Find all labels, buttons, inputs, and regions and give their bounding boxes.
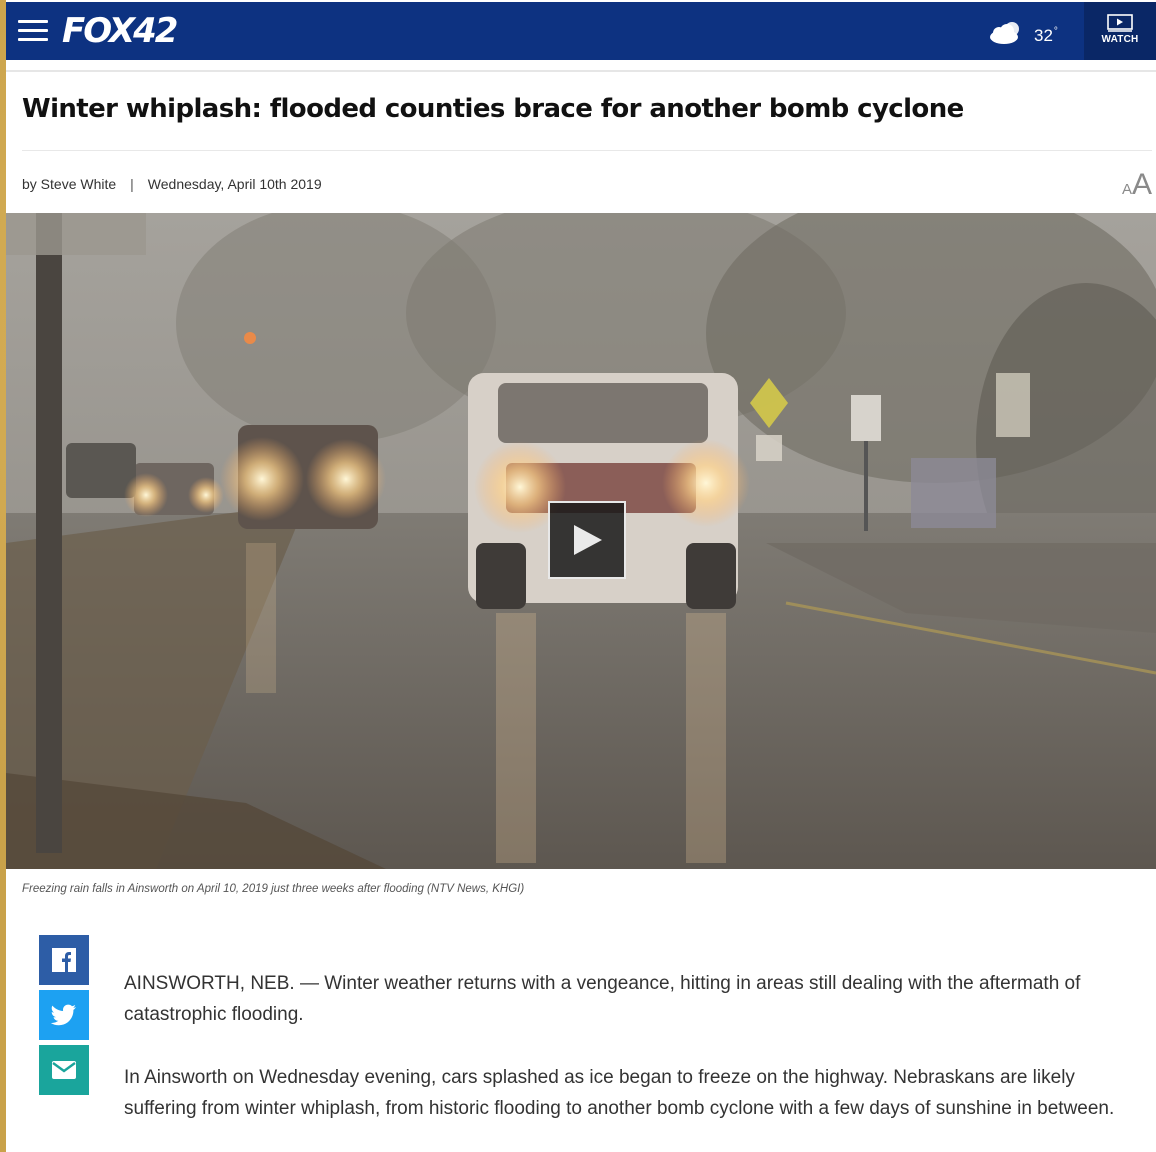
weather-widget[interactable]: 32° bbox=[986, 18, 1058, 48]
watch-label: WATCH bbox=[1101, 34, 1139, 45]
text-size-small: A bbox=[1121, 181, 1132, 198]
video-play-button[interactable] bbox=[548, 501, 626, 579]
author: by Steve White bbox=[22, 176, 117, 192]
play-screen-icon bbox=[1107, 14, 1133, 32]
email-icon bbox=[52, 1061, 76, 1079]
play-icon bbox=[574, 525, 602, 555]
byline: by Steve White | Wednesday, April 10th 201… bbox=[22, 176, 322, 192]
photo-caption: Freezing rain falls in Ainsworth on Apri… bbox=[22, 883, 525, 895]
hamburger-menu-icon[interactable] bbox=[18, 20, 48, 42]
twitter-share-button[interactable] bbox=[39, 990, 89, 1040]
article-headline: Winter whiplash: flooded counties brace … bbox=[22, 94, 964, 124]
article-body: AINSWORTH, NEB. — Winter weather returns… bbox=[124, 968, 1136, 1152]
partly-cloudy-icon bbox=[990, 22, 1019, 44]
share-buttons bbox=[39, 935, 89, 1100]
twitter-icon bbox=[51, 1004, 76, 1026]
temperature: 32° bbox=[1034, 26, 1058, 45]
paragraph: In Ainsworth on Wednesday evening, cars … bbox=[124, 1067, 1115, 1119]
header-divider bbox=[6, 70, 1156, 72]
top-navigation-bar: FOX42 32° WATCH bbox=[6, 2, 1156, 60]
text-size-button[interactable]: AA bbox=[1122, 168, 1152, 202]
byline-divider: | bbox=[130, 176, 134, 192]
watch-button[interactable]: WATCH bbox=[1084, 2, 1156, 60]
article-page: FOX42 32° WATCH Winter whiplash: flooded… bbox=[6, 0, 1156, 1152]
paragraph: AINSWORTH, NEB. — Winter weather returns… bbox=[124, 973, 1081, 1025]
facebook-icon bbox=[52, 948, 76, 972]
facebook-share-button[interactable] bbox=[39, 935, 89, 985]
article-video-thumbnail[interactable] bbox=[6, 213, 1156, 869]
headline-divider bbox=[22, 150, 1152, 151]
publish-date: Wednesday, April 10th 2019 bbox=[147, 176, 322, 192]
site-logo[interactable]: FOX42 bbox=[62, 11, 178, 51]
text-size-large: A bbox=[1131, 168, 1152, 201]
email-share-button[interactable] bbox=[39, 1045, 89, 1095]
